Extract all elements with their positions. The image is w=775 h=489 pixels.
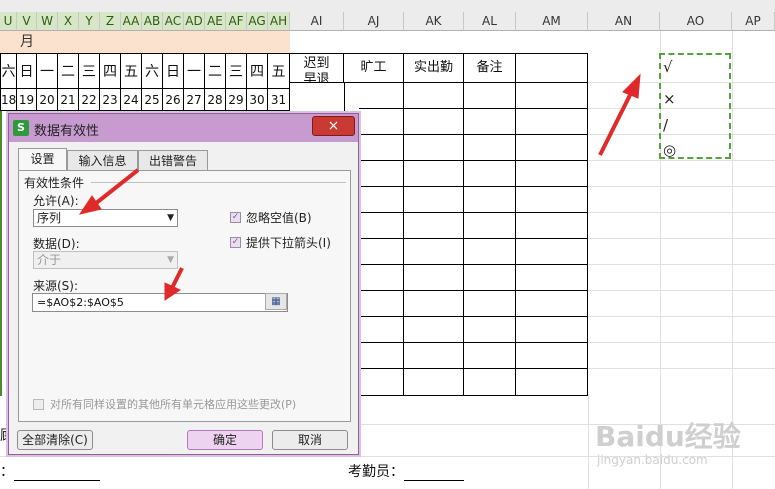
arrow-to-source xyxy=(170,267,184,289)
arrow-to-ao-head xyxy=(622,73,641,99)
watermark-brand: Baidu经验 xyxy=(595,420,741,453)
arrow-to-allow-head xyxy=(78,195,102,215)
arrow-to-ao xyxy=(598,92,633,156)
baidu-jingyan-watermark: Baidu经验 jingyan.baidu.com xyxy=(585,405,770,485)
watermark-url: jingyan.baidu.com xyxy=(597,453,708,467)
arrow-to-allow xyxy=(93,168,140,206)
